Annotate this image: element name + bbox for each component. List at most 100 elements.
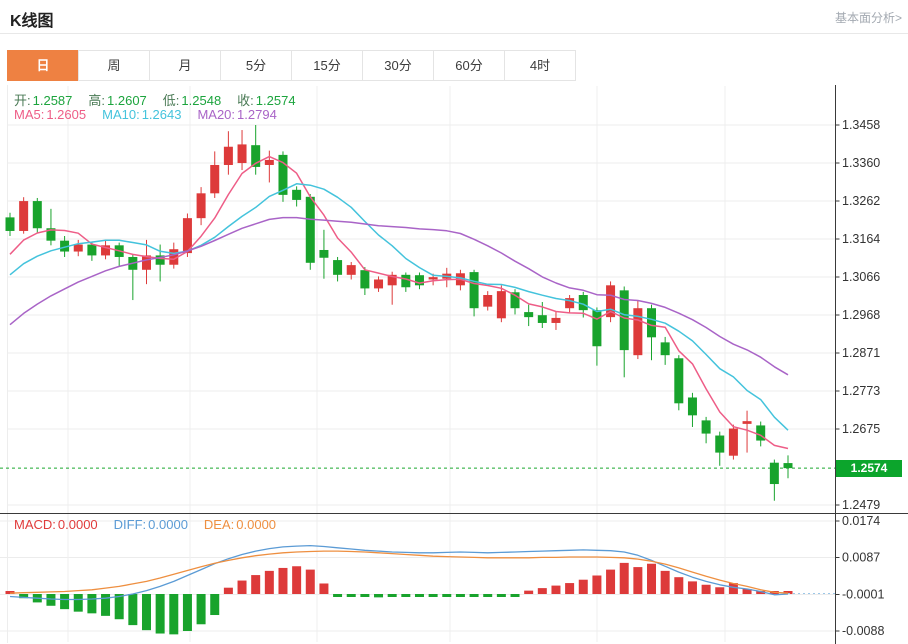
ma-legend-ma10: MA10:1.2643 <box>102 107 181 122</box>
price-tick-label: 1.3458 <box>842 118 880 132</box>
macd-hist-bar <box>497 594 506 597</box>
macd-hist-bar <box>251 575 260 594</box>
tab-period-5分[interactable]: 5分 <box>220 50 292 81</box>
macd-hist-bar <box>347 594 356 597</box>
ma10-label: MA10: <box>102 107 140 122</box>
macd-hist-bar <box>292 566 301 594</box>
tab-period-15分[interactable]: 15分 <box>291 50 363 81</box>
macd-hist-bar <box>169 594 178 634</box>
candle-body <box>333 260 342 275</box>
open-value: 1.2587 <box>33 93 73 108</box>
macd-hist-bar <box>197 594 206 624</box>
macd-hist-bar <box>156 594 165 634</box>
header-divider <box>0 33 908 34</box>
macd-hist-bar <box>715 587 724 594</box>
candle-body <box>729 429 738 456</box>
candle-body <box>238 144 247 163</box>
price-tick-label: 1.2773 <box>842 384 880 398</box>
candle-body <box>770 463 779 484</box>
macd-value: 0.0000 <box>58 517 98 532</box>
macd-hist-bar <box>374 594 383 597</box>
macd-hist-bar <box>415 594 424 597</box>
macd-tick-label: -0.0088 <box>842 624 884 638</box>
candle-body <box>715 436 724 453</box>
candle-body <box>688 397 697 415</box>
dea-value: 0.0000 <box>236 517 276 532</box>
macd-hist-bar <box>388 594 397 597</box>
ma20-label: MA20: <box>197 107 235 122</box>
dea-label: DEA: <box>204 517 234 532</box>
ohlc-legend-open: 开:1.2587 <box>14 93 72 108</box>
macd-hist-bar <box>87 594 96 613</box>
macd-hist-bar <box>592 576 601 595</box>
high-label: 高: <box>88 93 105 108</box>
ohlc-legend-high: 高:1.2607 <box>88 93 146 108</box>
candle-body <box>579 295 588 310</box>
ma10-line <box>10 184 788 430</box>
fundamental-analysis-link[interactable]: 基本面分析> <box>835 9 902 26</box>
macd-hist-bar <box>511 594 520 597</box>
price-tick-label: 1.2479 <box>842 498 880 512</box>
tab-period-4时[interactable]: 4时 <box>504 50 576 81</box>
macd-legend-diff: DIFF:0.0000 <box>114 517 188 532</box>
close-label: 收: <box>237 93 254 108</box>
macd-hist-bar <box>565 583 574 594</box>
candle-body <box>524 312 533 317</box>
candle-body <box>210 165 219 193</box>
candle-body <box>538 315 547 323</box>
ma5-line <box>10 157 788 449</box>
candle-body <box>374 279 383 288</box>
tab-period-30分[interactable]: 30分 <box>362 50 434 81</box>
candle-body <box>197 193 206 218</box>
high-value: 1.2607 <box>107 93 147 108</box>
ma10-value: 1.2643 <box>142 107 182 122</box>
candle-body <box>33 201 42 228</box>
macd-tick-label: -0.0001 <box>842 587 884 601</box>
macd-tick-label: 0.0174 <box>842 514 880 528</box>
candle-body <box>743 421 752 424</box>
kline-page: 1.34581.33601.32621.31641.30661.29681.28… <box>0 0 908 644</box>
macd-hist-bar <box>538 588 547 594</box>
macd-hist-bar <box>442 594 451 597</box>
macd-hist-bar <box>333 594 342 597</box>
macd-hist-bar <box>633 567 642 594</box>
candle-body <box>470 272 479 308</box>
candle-body <box>551 318 560 323</box>
tab-period-月[interactable]: 月 <box>149 50 221 81</box>
price-tick-label: 1.2968 <box>842 308 880 322</box>
macd-tick-label: 0.0087 <box>842 550 880 564</box>
candle-body <box>6 217 15 231</box>
period-tab-bar: 日周月5分15分30分60分4时 <box>7 50 576 81</box>
macd-hist-bar <box>606 570 615 594</box>
candle-body <box>265 160 274 165</box>
tab-period-日[interactable]: 日 <box>7 50 79 81</box>
current-price-badge: 1.2574 <box>836 460 902 477</box>
macd-hist-bar <box>142 594 151 630</box>
candle-body <box>87 245 96 256</box>
macd-hist-bar <box>470 594 479 597</box>
candle-body <box>74 245 83 252</box>
macd-hist-bar <box>60 594 69 609</box>
macd-hist-bar <box>265 571 274 594</box>
candle-body <box>497 291 506 318</box>
macd-hist-bar <box>115 594 124 619</box>
macd-label: MACD: <box>14 517 56 532</box>
price-tick-label: 1.3066 <box>842 270 880 284</box>
ma5-label: MA5: <box>14 107 44 122</box>
price-tick-label: 1.3164 <box>842 232 880 246</box>
tab-period-60分[interactable]: 60分 <box>433 50 505 81</box>
candle-body <box>661 342 670 355</box>
price-tick-label: 1.3262 <box>842 194 880 208</box>
diff-label: DIFF: <box>114 517 147 532</box>
macd-hist-bar <box>319 583 328 594</box>
close-value: 1.2574 <box>256 93 296 108</box>
candle-body <box>647 308 656 337</box>
macd-hist-bar <box>46 594 55 606</box>
price-tick-label: 1.2871 <box>842 346 880 360</box>
macd-hist-bar <box>278 568 287 594</box>
tab-period-周[interactable]: 周 <box>78 50 150 81</box>
macd-hist-bar <box>74 594 83 612</box>
ma-legend-ma5: MA5:1.2605 <box>14 107 86 122</box>
candle-body <box>319 250 328 258</box>
candle-body <box>347 265 356 275</box>
